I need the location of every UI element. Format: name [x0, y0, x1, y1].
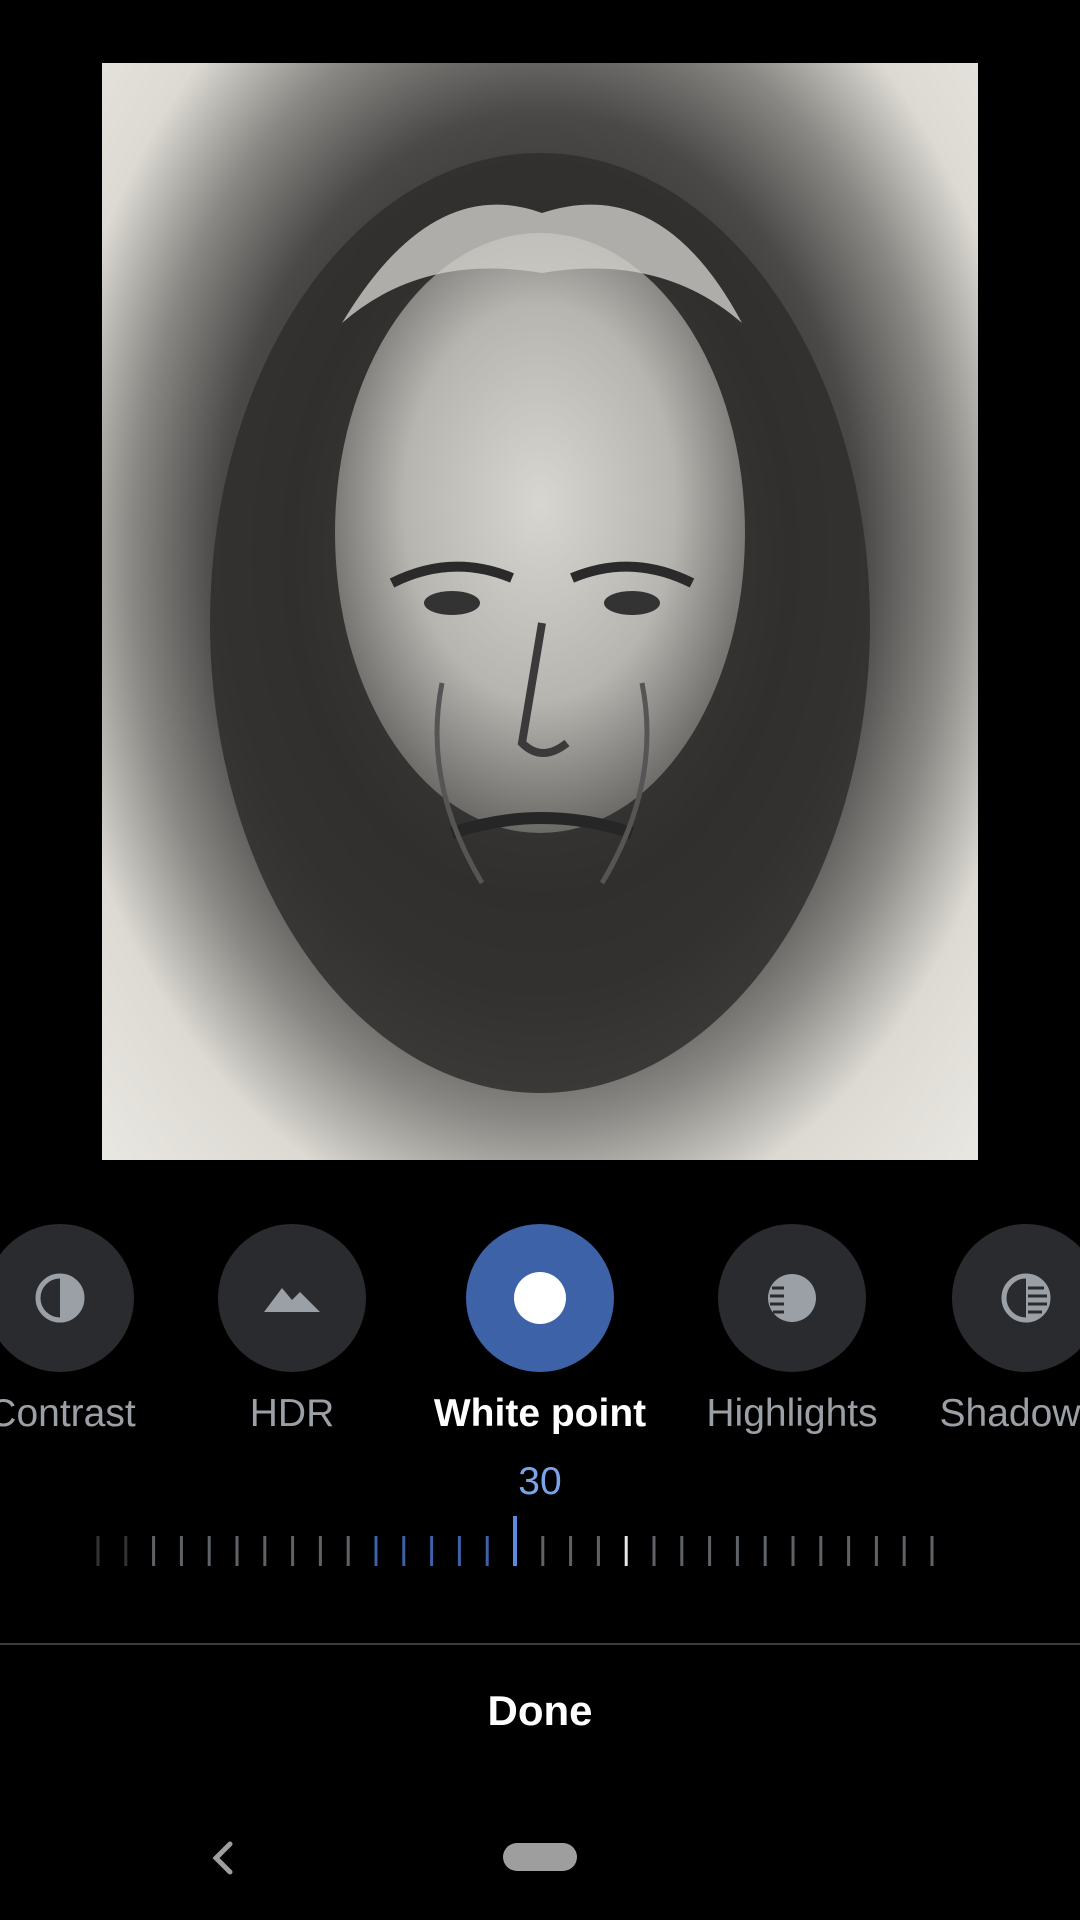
done-button[interactable]: Done [390, 1686, 690, 1736]
photo-preview [102, 63, 978, 1160]
tool-label-white-point[interactable]: White point [410, 1392, 670, 1436]
tool-white-point-button[interactable] [466, 1224, 614, 1372]
tool-label-hdr[interactable]: HDR [162, 1392, 422, 1436]
home-pill-icon[interactable] [503, 1843, 577, 1871]
shadows-icon [1001, 1273, 1051, 1323]
tool-hdr-button[interactable] [218, 1224, 366, 1372]
tool-highlights-button[interactable] [718, 1224, 866, 1372]
highlights-icon [768, 1274, 816, 1322]
divider [0, 1643, 1080, 1645]
adjustment-slider[interactable] [60, 1510, 960, 1570]
contrast-icon [35, 1273, 85, 1323]
mountain-icon [264, 1288, 320, 1312]
tool-contrast-button[interactable] [0, 1224, 134, 1372]
slider-value: 30 [518, 1460, 562, 1503]
back-icon[interactable] [204, 1838, 240, 1878]
tool-label-shadows[interactable]: Shadow [880, 1392, 1080, 1436]
tool-shadows-button[interactable] [952, 1224, 1080, 1372]
white-point-icon [514, 1272, 566, 1324]
portrait-illustration [210, 153, 870, 1093]
